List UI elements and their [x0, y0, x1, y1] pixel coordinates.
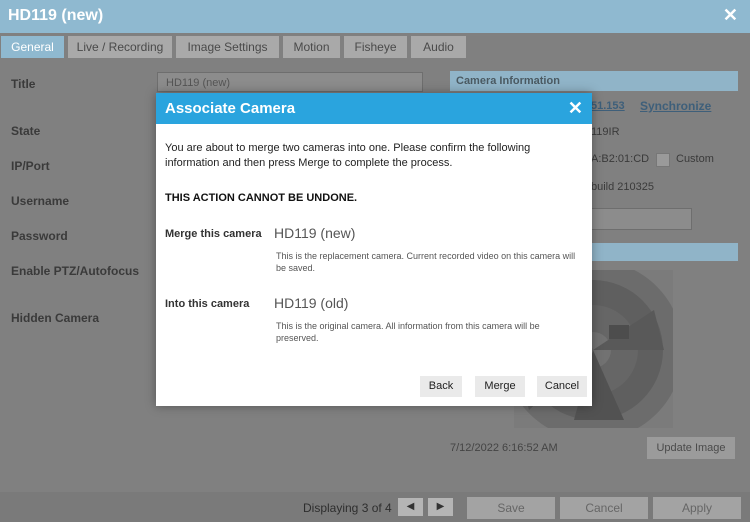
ip-port-label: IP/Port [11, 159, 50, 173]
password-label: Password [11, 229, 68, 243]
camera-ip-link[interactable]: 51.153 [591, 100, 625, 112]
dialog-cancel-button[interactable]: Cancel [537, 376, 587, 397]
arrow-right-icon: ▶ [436, 501, 445, 512]
merge-camera-label: Merge this camera [165, 228, 262, 240]
firmware-build: build 210325 [591, 181, 655, 193]
apply-button[interactable]: Apply [653, 497, 741, 519]
dialog-title: Associate Camera [165, 100, 296, 117]
tab-audio[interactable]: Audio [411, 36, 466, 58]
associate-camera-dialog: Associate Camera ✕ You are about to merg… [156, 93, 592, 406]
tab-fisheye[interactable]: Fisheye [344, 36, 407, 58]
tab-live-recording[interactable]: Live / Recording [68, 36, 172, 58]
preview-timestamp: 7/12/2022 6:16:52 AM [450, 442, 558, 454]
save-button[interactable]: Save [467, 497, 555, 519]
tab-image-settings[interactable]: Image Settings [176, 36, 279, 58]
window-close-icon[interactable]: ✕ [723, 5, 738, 26]
cancel-button[interactable]: Cancel [560, 497, 648, 519]
back-button[interactable]: Back [420, 376, 462, 397]
window-title: HD119 (new) [8, 7, 104, 24]
hidden-camera-label: Hidden Camera [11, 311, 100, 325]
into-camera-label: Into this camera [165, 298, 250, 310]
preview-header [592, 243, 738, 261]
dialog-warning: THIS ACTION CANNOT BE UNDONE. [165, 192, 358, 204]
custom-checkbox[interactable] [656, 153, 670, 167]
into-camera-description: This is the original camera. All informa… [276, 321, 540, 343]
dialog-close-icon[interactable]: ✕ [568, 98, 583, 119]
tab-bar: General Live / Recording Image Settings … [0, 33, 750, 58]
into-camera-name: HD119 (old) [274, 295, 349, 311]
camera-info-field[interactable] [591, 208, 692, 230]
camera-info-header: Camera Information [450, 71, 738, 91]
next-camera-button[interactable]: ▶ [428, 498, 453, 516]
arrow-left-icon: ◀ [406, 501, 415, 512]
tab-general[interactable]: General [1, 36, 64, 58]
merge-button[interactable]: Merge [475, 376, 525, 397]
merge-camera-name: HD119 (new) [274, 225, 356, 241]
dialog-message: You are about to merge two cameras into … [165, 142, 531, 169]
displaying-count: Displaying 3 of 4 [303, 501, 392, 515]
merge-camera-description: This is the replacement camera. Current … [276, 251, 576, 273]
state-label: State [11, 124, 41, 138]
ptz-label: Enable PTZ/Autofocus [11, 264, 140, 278]
title-label: Title [11, 77, 36, 91]
tab-motion[interactable]: Motion [283, 36, 340, 58]
update-image-button[interactable]: Update Image [647, 437, 735, 459]
window-titlebar: HD119 (new) ✕ [0, 0, 750, 33]
custom-label: Custom [676, 153, 714, 165]
synchronize-link[interactable]: Synchronize [640, 99, 711, 113]
title-input[interactable]: HD119 (new) [157, 72, 423, 92]
dialog-header: Associate Camera ✕ [156, 93, 592, 124]
camera-mac: A:B2:01:CD [591, 153, 650, 165]
camera-model: 119IR [591, 126, 620, 138]
username-label: Username [11, 194, 70, 208]
prev-camera-button[interactable]: ◀ [398, 498, 423, 516]
